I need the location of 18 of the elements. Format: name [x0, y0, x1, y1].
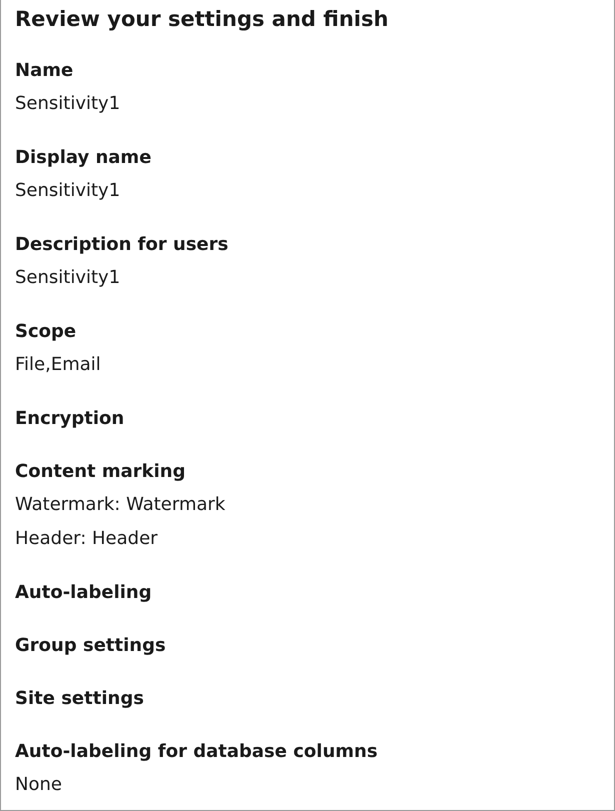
section-value: Watermark: Watermark	[15, 493, 226, 517]
section-heading: Auto-labeling for database columns	[15, 740, 379, 764]
section-heading: Scope	[15, 320, 78, 344]
section-heading: Content marking	[15, 460, 187, 484]
page-title: Review your settings and finish	[15, 6, 390, 33]
section-heading: Site settings	[15, 687, 145, 711]
section-value: File,Email	[15, 353, 102, 377]
section-value: None	[15, 773, 63, 797]
section-heading: Display name	[15, 146, 152, 170]
section-value: Sensitivity1	[15, 92, 122, 116]
section-value: Header: Header	[15, 527, 159, 551]
section-value: Sensitivity1	[15, 266, 122, 290]
section-value: Sensitivity1	[15, 179, 122, 203]
section-heading: Description for users	[15, 233, 230, 257]
section-heading: Encryption	[15, 407, 126, 431]
section-heading: Auto-labeling	[15, 581, 153, 605]
section-heading: Name	[15, 59, 74, 83]
section-heading: Group settings	[15, 634, 167, 658]
